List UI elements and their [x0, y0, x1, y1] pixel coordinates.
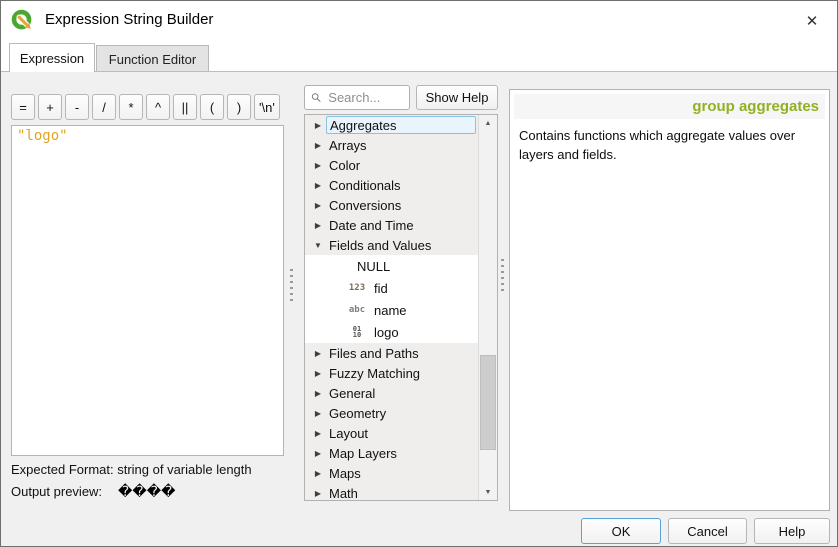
tree-item-conversions[interactable]: ▶ Conversions — [305, 195, 478, 215]
chevron-down-icon[interactable]: ▼ — [310, 241, 326, 250]
scroll-down-icon[interactable]: ▼ — [479, 484, 497, 500]
scroll-up-icon[interactable]: ▲ — [479, 115, 497, 131]
tab-pane-border — [1, 71, 837, 72]
chevron-right-icon[interactable]: ▶ — [310, 181, 326, 190]
operator-divide-button[interactable]: / — [92, 94, 116, 120]
tree-item-name[interactable]: abc name — [305, 299, 478, 321]
tree-item-label: Conversions — [329, 198, 401, 213]
tree-item-date-and-time[interactable]: ▶ Date and Time — [305, 215, 478, 235]
left-splitter-handle[interactable] — [290, 269, 293, 301]
ok-button[interactable]: OK — [581, 518, 661, 544]
tree-item-fuzzy-matching[interactable]: ▶ Fuzzy Matching — [305, 363, 478, 383]
chevron-right-icon[interactable]: ▶ — [310, 369, 326, 378]
tree-item-label: Date and Time — [329, 218, 414, 233]
help-button[interactable]: Help — [754, 518, 830, 544]
tree-item-label: Fuzzy Matching — [329, 366, 420, 381]
tree-item-label: NULL — [357, 259, 390, 274]
tree-item-null[interactable]: NULL — [305, 255, 478, 277]
tab-expression[interactable]: Expression — [9, 43, 95, 72]
chevron-right-icon[interactable]: ▶ — [310, 161, 326, 170]
tree-item-fid[interactable]: 123 fid — [305, 277, 478, 299]
search-input[interactable] — [326, 89, 403, 106]
tree-item-map-layers[interactable]: ▶ Map Layers — [305, 443, 478, 463]
operator-equals-button[interactable]: = — [11, 94, 35, 120]
function-search-box[interactable] — [304, 85, 410, 110]
tree-item-aggregates[interactable]: ▶ Aggregates — [305, 115, 478, 135]
operator-newline-button[interactable]: '\n' — [254, 94, 280, 120]
tree-item-label: Color — [329, 158, 360, 173]
tree-item-logo[interactable]: 01 10 logo — [305, 321, 478, 343]
expression-editor[interactable]: "logo" — [11, 125, 284, 456]
qgis-logo-icon — [11, 9, 33, 31]
tree-item-label: General — [329, 386, 375, 401]
operator-power-button[interactable]: ^ — [146, 94, 170, 120]
tree-item-label: Layout — [329, 426, 368, 441]
tree-item-label: Conditionals — [329, 178, 401, 193]
tree-item-label: Arrays — [329, 138, 367, 153]
binary-field-icon: 01 10 — [345, 326, 369, 338]
close-icon[interactable]: ✕ — [801, 10, 823, 32]
tree-item-conditionals[interactable]: ▶ Conditionals — [305, 175, 478, 195]
tab-function-editor[interactable]: Function Editor — [96, 45, 209, 72]
tree-item-label: Math — [329, 486, 358, 501]
help-body-text: Contains functions which aggregate value… — [510, 119, 829, 173]
tree-item-files-and-paths[interactable]: ▶ Files and Paths — [305, 343, 478, 363]
chevron-right-icon[interactable]: ▶ — [310, 429, 326, 438]
operator-concat-button[interactable]: || — [173, 94, 197, 120]
chevron-right-icon[interactable]: ▶ — [310, 389, 326, 398]
tree-item-color[interactable]: ▶ Color — [305, 155, 478, 175]
tree-item-label: name — [374, 303, 407, 318]
function-tree-rows: ▶ Aggregates ▶ Arrays ▶ Color ▶ Conditio… — [305, 115, 478, 500]
operator-plus-button[interactable]: + — [38, 94, 62, 120]
tree-item-math[interactable]: ▶ Math — [305, 483, 478, 500]
operator-minus-button[interactable]: - — [65, 94, 89, 120]
chevron-right-icon[interactable]: ▶ — [310, 201, 326, 210]
tree-item-arrays[interactable]: ▶ Arrays — [305, 135, 478, 155]
chevron-right-icon[interactable]: ▶ — [310, 221, 326, 230]
expected-format-text: Expected Format: string of variable leng… — [11, 462, 252, 477]
text-field-icon: abc — [345, 305, 369, 315]
help-title: group aggregates — [514, 94, 825, 119]
operator-toolbar: = + - / * ^ || ( ) '\n' — [11, 94, 280, 120]
tree-item-layout[interactable]: ▶ Layout — [305, 423, 478, 443]
tree-item-label: fid — [374, 281, 388, 296]
chevron-right-icon[interactable]: ▶ — [310, 141, 326, 150]
output-preview-label: Output preview: — [11, 484, 102, 499]
show-help-button[interactable]: Show Help — [416, 85, 498, 110]
tree-item-label: Files and Paths — [329, 346, 419, 361]
right-splitter-handle[interactable] — [501, 259, 504, 291]
chevron-right-icon[interactable]: ▶ — [310, 489, 326, 498]
tree-item-maps[interactable]: ▶ Maps — [305, 463, 478, 483]
chevron-right-icon[interactable]: ▶ — [310, 349, 326, 358]
operator-open-paren-button[interactable]: ( — [200, 94, 224, 120]
scrollbar-track[interactable] — [479, 131, 497, 484]
number-field-icon: 123 — [345, 283, 369, 293]
operator-close-paren-button[interactable]: ) — [227, 94, 251, 120]
window-title: Expression String Builder — [45, 11, 213, 28]
output-preview-row: Output preview: ���� — [11, 483, 175, 500]
search-icon — [311, 91, 321, 104]
output-preview-value: ���� — [118, 483, 175, 500]
tree-item-label: Geometry — [329, 406, 386, 421]
chevron-right-icon[interactable]: ▶ — [310, 409, 326, 418]
chevron-right-icon[interactable]: ▶ — [310, 449, 326, 458]
tree-item-label: Maps — [329, 466, 361, 481]
cancel-button[interactable]: Cancel — [668, 518, 747, 544]
function-help-panel: group aggregates Contains functions whic… — [509, 89, 830, 511]
expression-string-builder-dialog: Expression String Builder ✕ Expression F… — [0, 0, 838, 547]
tree-scrollbar[interactable]: ▲ ▼ — [478, 115, 497, 500]
function-tree: ▶ Aggregates ▶ Arrays ▶ Color ▶ Conditio… — [304, 114, 498, 501]
tree-item-fields-and-values[interactable]: ▼ Fields and Values — [305, 235, 478, 255]
scrollbar-thumb[interactable] — [480, 355, 496, 450]
chevron-right-icon[interactable]: ▶ — [310, 469, 326, 478]
tree-item-general[interactable]: ▶ General — [305, 383, 478, 403]
tree-item-geometry[interactable]: ▶ Geometry — [305, 403, 478, 423]
tree-item-label: Map Layers — [329, 446, 397, 461]
operator-multiply-button[interactable]: * — [119, 94, 143, 120]
tree-item-label: Aggregates — [330, 118, 397, 133]
chevron-right-icon[interactable]: ▶ — [310, 121, 326, 130]
tree-item-label: Fields and Values — [329, 238, 431, 253]
tree-item-label: logo — [374, 325, 399, 340]
